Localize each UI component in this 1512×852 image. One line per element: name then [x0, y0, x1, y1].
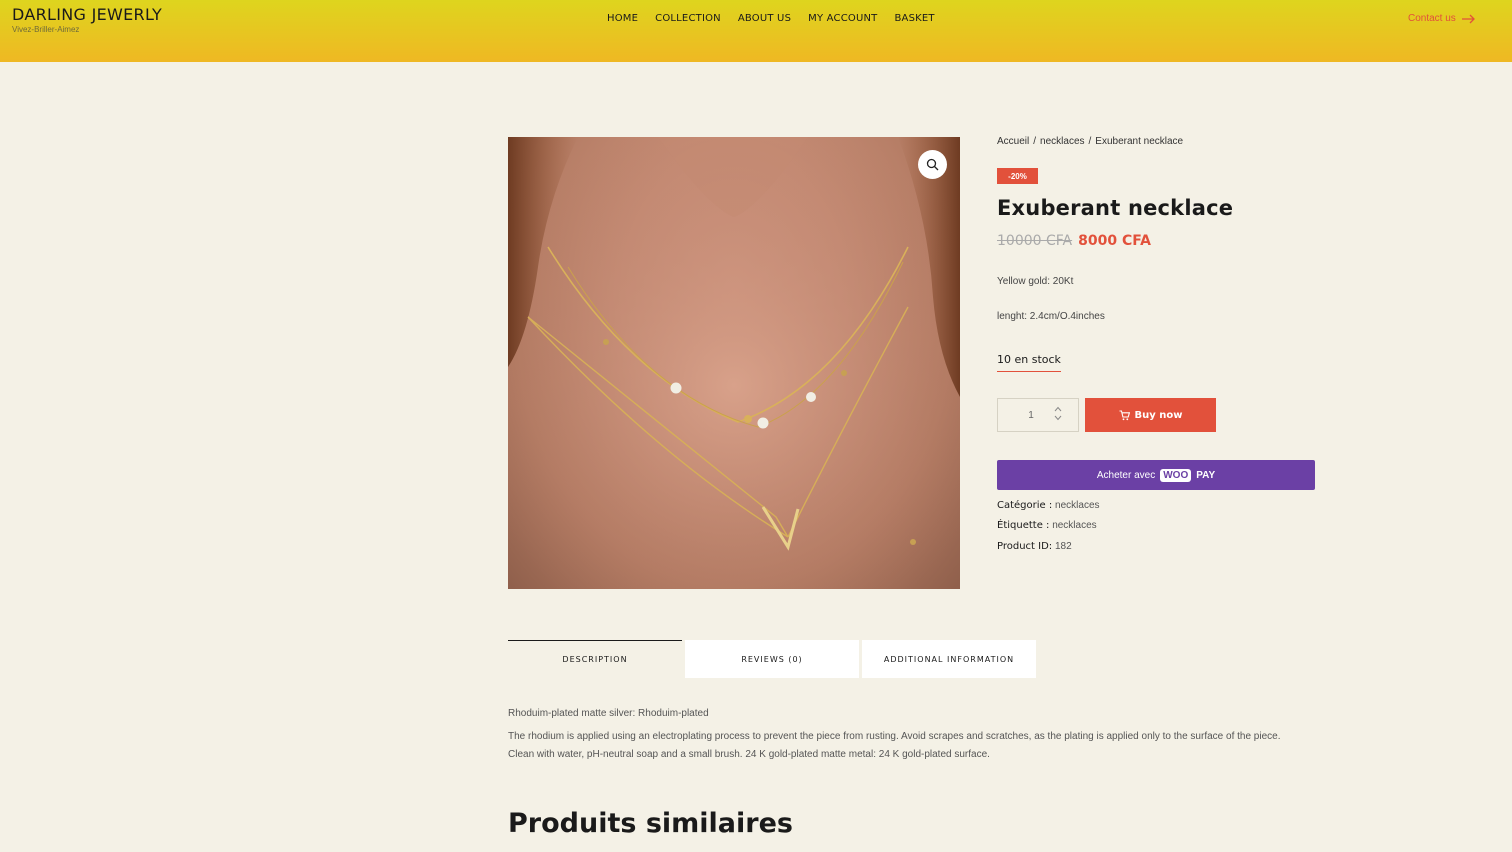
brand-tagline: Vivez-Briller-Aimez — [12, 25, 80, 34]
breadcrumb-home[interactable]: Accueil — [997, 136, 1029, 147]
buy-now-button[interactable]: Buy now — [1085, 398, 1216, 432]
spec-gold: Yellow gold: 20Kt — [997, 276, 1074, 287]
necklace-illustration — [508, 137, 960, 589]
quantity-arrows[interactable] — [1054, 406, 1062, 421]
category-link[interactable]: necklaces — [1055, 500, 1099, 511]
sale-badge: -20% — [997, 168, 1038, 184]
search-icon — [926, 158, 939, 171]
breadcrumb-separator: / — [1088, 136, 1092, 147]
cart-icon — [1119, 409, 1130, 420]
nav-about-us[interactable]: ABOUT US — [738, 13, 791, 24]
product-id: Product ID: 182 — [997, 541, 1072, 552]
product-id-value: 182 — [1054, 541, 1072, 552]
breadcrumb: Accueil / necklaces / Exuberant necklace — [997, 136, 1183, 147]
woo-logo: WOO — [1160, 468, 1192, 482]
description-line: Rhoduim-plated matte silver: Rhoduim-pla… — [508, 708, 709, 719]
old-price: 10000 CFA — [997, 233, 1073, 249]
product-tag: Étiquette : necklaces — [997, 520, 1097, 531]
price-block: 10000 CFA 8000 CFA — [997, 233, 1151, 249]
description-paragraph: The rhodium is applied using an electrop… — [508, 731, 1281, 760]
product-title: Exuberant necklace — [997, 196, 1234, 220]
similar-products-heading: Produits similaires — [508, 808, 793, 839]
nav-collection[interactable]: COLLECTION — [655, 13, 721, 24]
breadcrumb-current: Exuberant necklace — [1095, 136, 1184, 147]
breadcrumb-separator: / — [1033, 136, 1037, 147]
nav-basket[interactable]: BASKET — [894, 13, 934, 24]
buy-now-label[interactable]: Buy now — [1135, 410, 1183, 421]
zoom-button[interactable] — [918, 150, 947, 179]
site-header: DARLING JEWERLY Vivez-Briller-Aimez HOME… — [0, 0, 1512, 62]
tag-key: Étiquette : — [997, 520, 1050, 531]
chevron-up-icon[interactable] — [1054, 406, 1062, 412]
product-id-key: Product ID: — [997, 541, 1053, 552]
tab-description[interactable]: DESCRIPTION — [508, 640, 682, 678]
product-tabs: DESCRIPTION REVIEWS (0) ADDITIONAL INFOR… — [508, 640, 1036, 678]
breadcrumb-category[interactable]: necklaces — [1040, 136, 1084, 147]
woopay-prefix[interactable]: Acheter avec — [1097, 470, 1155, 481]
brand-name[interactable]: DARLING JEWERLY — [12, 5, 162, 24]
contact-link[interactable]: Contact us — [1408, 13, 1475, 24]
arrow-right-icon — [1461, 14, 1475, 23]
quantity-stepper[interactable] — [997, 398, 1079, 432]
product-image[interactable] — [508, 137, 960, 589]
tab-reviews[interactable]: REVIEWS (0) — [685, 640, 859, 678]
tag-link[interactable]: necklaces — [1052, 520, 1096, 531]
contact-label[interactable]: Contact us — [1408, 13, 1456, 24]
brand[interactable]: DARLING JEWERLY Vivez-Briller-Aimez — [12, 5, 162, 34]
stock-status: 10 en stock — [997, 353, 1061, 372]
sale-price: 8000 CFA — [1078, 233, 1152, 249]
woopay-pay: PAY — [1196, 469, 1216, 481]
category-key: Catégorie : — [997, 500, 1053, 511]
tab-additional-information[interactable]: ADDITIONAL INFORMATION — [862, 640, 1036, 678]
woopay-button[interactable]: Acheter avec WOO PAY — [997, 460, 1315, 490]
quantity-input[interactable] — [1006, 409, 1056, 421]
chevron-down-icon[interactable] — [1054, 415, 1062, 421]
nav-my-account[interactable]: MY ACCOUNT — [808, 13, 877, 24]
product-category: Catégorie : necklaces — [997, 500, 1100, 511]
spec-length: lenght: 2.4cm/O.4inches — [997, 311, 1105, 322]
nav-home[interactable]: HOME — [607, 13, 638, 24]
main-nav: HOME COLLECTION ABOUT US MY ACCOUNT BASK… — [607, 13, 935, 24]
